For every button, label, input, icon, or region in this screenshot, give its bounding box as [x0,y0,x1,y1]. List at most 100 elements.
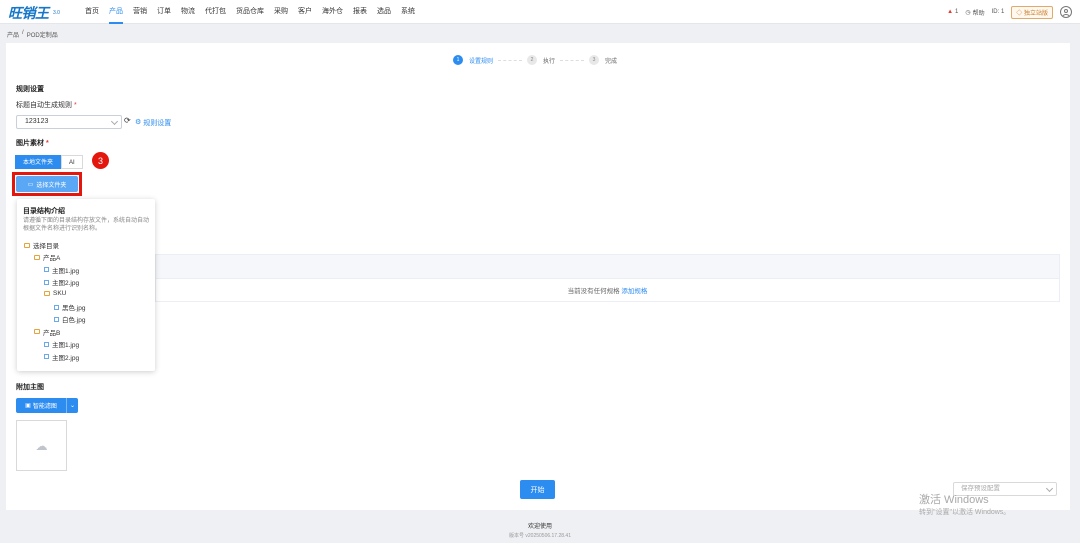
step-number: 2 [527,55,538,65]
image-file-icon [54,304,59,310]
nav-item[interactable]: 产品 [104,0,128,24]
step-indicator: 1 设置规则 2 执行 3 完成 [453,55,617,65]
cloud-upload-icon: ☁ [35,438,48,453]
image-upload[interactable]: ☁ [16,420,67,471]
tree-node-label: 主图2.jpg [52,354,80,362]
title-rule-label-text: 标题自动生成规则 [16,102,72,109]
choose-folder-button[interactable]: ▭ 选择文件夹 [16,176,78,192]
chevron-down-icon [110,117,119,126]
tree-node-label: 选择目录 [33,243,59,250]
diamond-icon: ◇ [1016,10,1023,17]
tree-node-label: 主图1.jpg [52,342,80,350]
breadcrumb-separator: / [22,30,24,36]
tree-node-label: 产品B [43,329,61,337]
required-mark: * [73,102,77,109]
help-label: 帮助 [972,10,985,17]
step-badge: 3 [92,152,109,169]
title-rule-label: 标题自动生成规则 * [16,100,77,110]
images-section-title: 图片素材 * [16,138,49,148]
tree-folder: SKU [44,290,66,297]
rule-settings-label: 规则设置 [143,120,172,127]
nav-item[interactable]: 客户 [293,0,317,24]
chevron-down-icon [1045,484,1054,493]
nav-item[interactable]: 物流 [176,0,200,24]
step-connector [498,59,523,61]
refresh-icon[interactable]: ⟳ [124,116,131,125]
main-panel: 1 设置规则 2 执行 3 完成 规则设置 标题自动生成规则 * 123123 ⟳ ⚙ 规… [6,43,1070,510]
windows-watermark-title: 激活 Windows [919,494,989,506]
spec-table: 当前没有任何规格 添加规格 [155,254,1060,302]
tree-file: 主图1.jpg [44,339,79,349]
nav-item[interactable]: 选品 [372,0,396,24]
tree-folder: 产品B [34,327,60,337]
warning-indicator[interactable]: ▲ 1 [947,9,958,15]
help-icon: ◷ [965,9,971,16]
main-nav: 首页 产品 营销 订单 物流 代打包 货品仓库 采购 客户 海外仓 报表 选品 系统 [80,0,420,24]
footer-title: 欢迎使用 [527,524,552,530]
tree-file: 白色.jpg [54,314,85,324]
folder-icon: ▭ [27,181,34,188]
top-bar: 旺销王 3.0 首页 产品 营销 订单 物流 代打包 货品仓库 采购 客户 海外仓 报表 选品 系统 ▲… [0,0,1080,24]
image-source-tabs: 本地文件夹 AI [15,155,83,169]
empty-text: 当前没有任何规格 [567,288,620,295]
nav-item[interactable]: 货品仓库 [231,0,269,24]
smart-filter-label: 智能滤图 [32,404,57,410]
image-file-icon [44,279,49,285]
smart-filter-main[interactable]: ▣ 智能滤图 [16,398,67,413]
app-version: 3.0 [53,10,60,16]
choose-folder-label: 选择文件夹 [36,182,67,189]
tree-node-label: 主图2.jpg [52,280,80,288]
breadcrumb-current: POD定制品 [26,33,58,39]
image-file-icon [44,354,49,360]
extra-image-section-title: 附加主图 [16,384,44,391]
header-tools: ▲ 1 ◷ 帮助 ID: 1 ◇ 独立站版 [947,0,1072,24]
avatar-icon[interactable] [1060,6,1072,18]
tree-file: 主图1.jpg [44,265,79,275]
tree-node-label: 主图1.jpg [52,267,80,275]
empty-state: 当前没有任何规格 添加规格 [156,285,1059,295]
image-file-icon [54,316,59,322]
image-file-icon [44,341,49,347]
nav-item[interactable]: 报表 [348,0,372,24]
tree-node-label: SKU [53,289,67,297]
tree-folder: 选择目录 [24,240,59,250]
independent-site-button[interactable]: ◇ 独立站版 [1011,5,1053,19]
windows-watermark-hint: 转到"设置"以激活 Windows。 [919,509,1011,516]
title-rule-select[interactable]: 123123 [16,115,122,129]
app-logo[interactable]: 旺销王 [8,3,49,23]
folder-icon [34,254,40,260]
nav-item[interactable]: 采购 [269,0,293,24]
folder-icon [34,329,40,335]
image-icon: ▣ [25,403,31,409]
tab-ai[interactable]: AI [61,155,83,169]
warning-count: 1 [955,9,959,15]
independent-site-label: 独立站版 [1023,10,1048,17]
nav-item[interactable]: 海外仓 [317,0,348,24]
step-number: 3 [589,55,600,65]
popover-description: 请遵循下面的目录结构存放文件，系统自动自动根据文件名称进行识别名称。 [23,218,150,232]
breadcrumb-root[interactable]: 产品 [7,30,19,39]
chevron-down-icon: ⌄ [69,403,76,409]
smart-filter-dropdown[interactable]: ⌄ [67,402,78,409]
warning-icon: ▲ [947,9,954,15]
directory-structure-popover: 目录结构介绍 请遵循下面的目录结构存放文件，系统自动自动根据文件名称进行识别名称… [17,199,155,371]
tab-local-folder[interactable]: 本地文件夹 [15,155,62,169]
user-id: ID: 1 [991,9,1005,15]
nav-item[interactable]: 订单 [152,0,176,24]
add-spec-link[interactable]: 添加规格 [621,288,647,295]
nav-item[interactable]: 营销 [128,0,152,24]
nav-item[interactable]: 首页 [80,0,104,24]
required-mark: * [45,140,49,147]
rule-settings-link[interactable]: ⚙ 规则设置 [135,118,171,128]
start-button[interactable]: 开始 [520,480,555,499]
help-link[interactable]: ◷ 帮助 [965,8,984,17]
smart-filter-button[interactable]: ▣ 智能滤图 ⌄ [16,398,78,413]
rules-section-title: 规则设置 [16,86,44,93]
nav-item[interactable]: 系统 [396,0,420,24]
image-file-icon [44,267,49,273]
tree-node-label: 白色.jpg [62,317,86,325]
tree-folder: 产品A [34,252,60,262]
breadcrumb: 产品 / POD定制品 [7,30,58,39]
tree-file: 主图2.jpg [44,352,79,362]
nav-item[interactable]: 代打包 [200,0,231,24]
